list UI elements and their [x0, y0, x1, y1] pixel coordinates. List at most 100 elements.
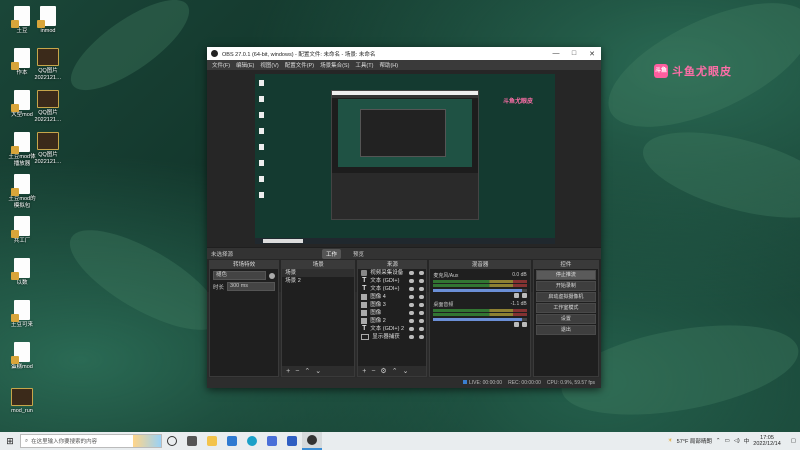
document-file-icon	[11, 216, 30, 238]
lock-icon[interactable]	[419, 319, 425, 323]
obs-taskbar-icon[interactable]	[302, 432, 322, 450]
edge-icon[interactable]	[242, 432, 262, 450]
widgets-icon[interactable]	[182, 432, 202, 450]
visibility-eye-icon[interactable]	[409, 319, 415, 323]
clock[interactable]: 17:05 2022/12/14	[753, 435, 781, 447]
source-item[interactable]: 视频采集设备	[358, 269, 426, 277]
desktop-icon[interactable]: 蛋糕mod	[2, 342, 42, 371]
task-view-icon[interactable]	[162, 432, 182, 450]
app-icon[interactable]	[282, 432, 302, 450]
source-item[interactable]: 图像 3	[358, 301, 426, 309]
lock-icon[interactable]	[419, 303, 425, 307]
source-item[interactable]: 图像 2	[358, 317, 426, 325]
gear-icon[interactable]	[521, 293, 527, 298]
preview-toggle[interactable]: 预览	[349, 249, 368, 259]
transition-select[interactable]: 褪色	[213, 271, 267, 280]
menu-item[interactable]: 编辑(E)	[236, 61, 254, 69]
gear-icon[interactable]	[521, 322, 527, 327]
menu-item[interactable]: 工具(T)	[355, 61, 373, 69]
scene-item[interactable]: 场景	[282, 269, 355, 277]
minimize-button[interactable]: —	[547, 50, 565, 57]
speaker-icon[interactable]	[513, 322, 519, 327]
add-icon[interactable]: +	[286, 368, 290, 375]
control-button[interactable]: 退出	[535, 325, 596, 335]
control-button[interactable]: 开始录制	[535, 281, 596, 291]
menu-item[interactable]: 配置文件(P)	[285, 61, 314, 69]
lock-icon[interactable]	[419, 279, 425, 283]
menu-item[interactable]: 场景集合(S)	[320, 61, 349, 69]
visibility-eye-icon[interactable]	[409, 303, 415, 307]
douyu-logo: 斗鱼	[654, 64, 668, 78]
desktop-icon[interactable]: QQ图片 2022121…	[28, 132, 68, 166]
control-button[interactable]: 设置	[535, 314, 596, 324]
desktop-icon[interactable]: 共工厂	[2, 216, 42, 245]
desktop-icon[interactable]: QQ图片 2022121…	[28, 48, 68, 82]
remove-icon[interactable]: −	[371, 368, 375, 375]
mail-icon[interactable]	[262, 432, 282, 450]
visibility-eye-icon[interactable]	[409, 311, 415, 315]
maximize-button[interactable]: □	[565, 50, 583, 57]
control-button[interactable]: 停止推流	[535, 270, 596, 280]
desktop-icon[interactable]: 土豆可来	[2, 300, 42, 329]
visibility-eye-icon[interactable]	[409, 335, 415, 339]
source-item[interactable]: T 文本 (GDI+) 2	[358, 325, 426, 333]
lock-icon[interactable]	[419, 335, 425, 339]
desktop-icon[interactable]: mod_run	[2, 388, 42, 415]
source-item[interactable]: 显示器捕获	[358, 333, 426, 341]
visibility-eye-icon[interactable]	[409, 279, 415, 283]
input-language[interactable]: 中	[744, 437, 750, 445]
tray-chevron-icon[interactable]: ⌃	[716, 438, 721, 444]
document-file-icon	[37, 6, 56, 28]
lock-icon[interactable]	[419, 327, 425, 331]
close-button[interactable]: ✕	[583, 50, 601, 58]
notification-icon[interactable]: ▢	[791, 438, 796, 444]
store-icon[interactable]	[222, 432, 242, 450]
source-item[interactable]: T 文本 (GDI+)	[358, 277, 426, 285]
visibility-eye-icon[interactable]	[409, 287, 415, 291]
visibility-eye-icon[interactable]	[409, 295, 415, 299]
taskbar-search[interactable]: ⌕ 在这里输入你要搜索的内容	[20, 434, 162, 448]
menu-item[interactable]: 文件(F)	[212, 61, 230, 69]
obs-titlebar[interactable]: OBS 27.0.1 (64-bit, windows) - 配置文件: 未命名…	[207, 47, 601, 60]
speaker-icon[interactable]	[513, 293, 519, 298]
menu-item[interactable]: 帮助(H)	[379, 61, 398, 69]
source-item[interactable]: T 文本 (GDI+)	[358, 285, 426, 293]
preview-canvas[interactable]: 斗鱼尤眼皮	[255, 74, 555, 244]
lock-icon[interactable]	[419, 295, 425, 299]
up-icon[interactable]: ⌃	[392, 367, 398, 375]
visibility-eye-icon[interactable]	[409, 327, 415, 331]
volume-slider[interactable]	[433, 318, 527, 321]
gear-icon[interactable]: ⚙	[380, 367, 386, 375]
source-name: 图像 2	[370, 318, 386, 324]
down-icon[interactable]: ⌄	[403, 367, 409, 375]
image-icon	[361, 302, 368, 308]
desktop-icon[interactable]: QQ图片 2022121…	[28, 90, 68, 124]
menu-item[interactable]: 视图(V)	[260, 61, 278, 69]
desktop-icon[interactable]: 土豆mod的 模拟包	[2, 174, 42, 210]
volume-slider[interactable]	[433, 289, 527, 292]
up-icon[interactable]: ⌃	[304, 367, 310, 375]
visibility-eye-icon[interactable]	[409, 271, 415, 275]
scene-item[interactable]: 场景 2	[282, 277, 354, 285]
down-icon[interactable]: ⌄	[315, 367, 321, 375]
duration-input[interactable]: 300 ms	[227, 282, 276, 291]
desktop-icon[interactable]: inmod	[28, 6, 68, 35]
windows-start-icon[interactable]: ⊞	[0, 436, 20, 447]
desktop-icon[interactable]: 以数	[2, 258, 42, 287]
studio-mode-toggle[interactable]: 工作	[322, 249, 342, 259]
control-button[interactable]: 启动虚拟摄像机	[535, 292, 596, 302]
weather-text[interactable]: 57°F 局部晴朗	[677, 437, 712, 445]
file-explorer-icon[interactable]	[202, 432, 222, 450]
weather-icon[interactable]: ☀	[668, 438, 673, 444]
volume-icon[interactable]: ◁)	[734, 438, 740, 444]
lock-icon[interactable]	[419, 311, 425, 315]
add-icon[interactable]: +	[362, 368, 366, 375]
network-icon[interactable]: ▭	[724, 438, 729, 444]
source-item[interactable]: 图像 4	[358, 293, 426, 301]
source-item[interactable]: 图像	[358, 309, 426, 317]
remove-icon[interactable]: −	[295, 368, 299, 375]
lock-icon[interactable]	[419, 287, 425, 291]
gear-icon[interactable]	[269, 272, 276, 279]
control-button[interactable]: 工作室模式	[535, 303, 596, 313]
lock-icon[interactable]	[419, 271, 425, 275]
